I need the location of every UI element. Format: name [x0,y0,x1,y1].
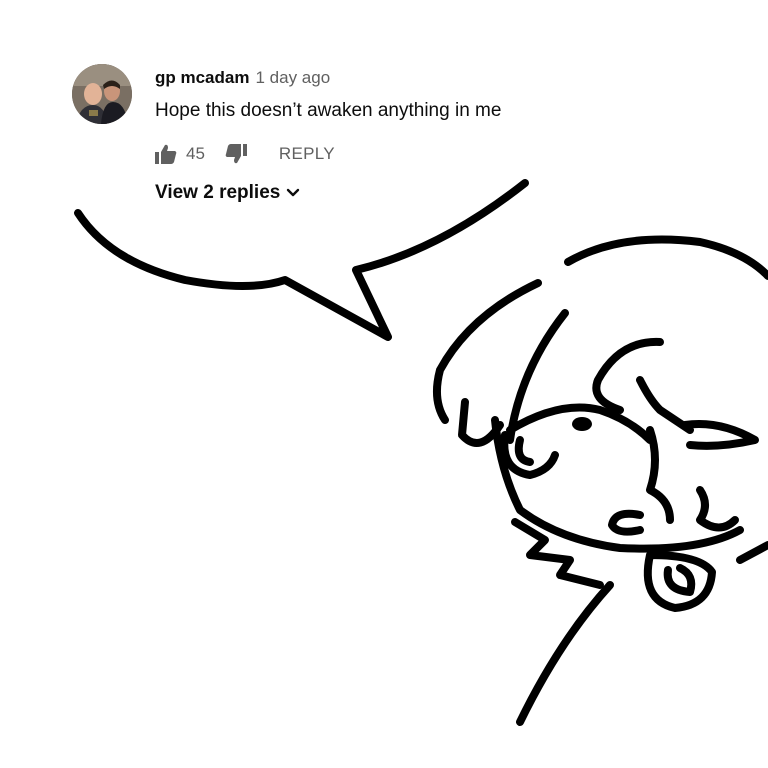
tongue-detail [663,564,696,596]
head-outline [564,235,768,280]
doodle-drawing [74,179,768,726]
nose [646,426,674,524]
speech-bubble-stroke [74,179,529,341]
eye-dot [572,417,592,431]
neck-line [516,581,614,726]
mouth [608,509,644,536]
left-eye [514,436,534,466]
tongue-outline [643,551,716,612]
cheek-line [736,541,768,564]
nose-detail [696,486,739,532]
right-eye [681,420,759,450]
